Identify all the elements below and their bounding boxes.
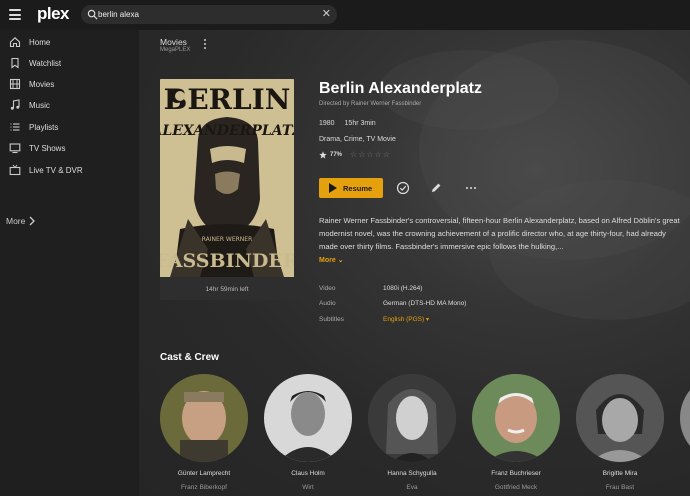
cast-role: Wirt <box>302 484 314 491</box>
search-input[interactable] <box>98 7 313 22</box>
sidebar: Home Watchlist Movies Music Playlists TV… <box>0 30 139 496</box>
star-icon <box>319 150 327 158</box>
cast-photo <box>160 374 248 462</box>
movie-title: Berlin Alexanderplatz <box>319 80 483 97</box>
broadcast-icon <box>8 164 21 177</box>
search-icon <box>87 9 98 20</box>
time-remaining: 14hr 59min left <box>205 286 249 293</box>
cast-role: Franz Biberkopf <box>181 484 227 491</box>
subtitles-value: English (PGS) <box>383 316 425 323</box>
more-link-label: More <box>319 257 336 264</box>
movie-summary: Rainer Werner Fassbinder's controversial… <box>319 216 680 251</box>
more-options-icon[interactable] <box>202 39 208 51</box>
movie-meta: 1980 15hr 3min <box>319 120 384 127</box>
sidebar-item-label: Movies <box>29 79 55 89</box>
cast-photo <box>472 374 560 462</box>
cast-name: Günter Lamprecht <box>177 470 231 477</box>
resume-button[interactable]: Resume <box>319 178 383 198</box>
sidebar-item-label: Home <box>29 37 51 47</box>
audio-label: Audio <box>319 300 336 307</box>
top-bar: plex ✕ <box>0 0 690 30</box>
logo-text: plex <box>37 4 70 23</box>
bookmark-icon <box>8 57 21 70</box>
movie-genres[interactable]: Drama, Crime, TV Movie <box>319 136 396 143</box>
audio-value[interactable]: German (DTS-HD MA Mono) <box>383 300 466 307</box>
main-content: Movies MegaPLEX BERLIN ALEXANDERPLATZ RA… <box>139 30 690 496</box>
movie-director[interactable]: Directed by Rainer Werner Fassbinder <box>319 101 421 107</box>
cast-card[interactable]: Günter Lamprecht Franz Biberkopf <box>160 374 250 491</box>
home-icon <box>8 36 21 49</box>
cast-name: Brigitte Mira <box>602 470 638 477</box>
cast-card[interactable]: Hanna Schygulla Eva <box>368 374 458 491</box>
poster-director-text: FASSBINDER <box>160 250 294 272</box>
cast-role: Gottfried Meck <box>494 484 538 491</box>
tv-icon <box>8 142 21 155</box>
cast-card[interactable]: Franz Buchrieser Gottfried Meck <box>472 374 562 491</box>
sidebar-more-button[interactable]: More <box>6 216 36 226</box>
resume-label: Resume <box>343 183 373 193</box>
rating-row: 77% ☆☆☆☆☆ <box>319 150 391 159</box>
cast-role: Eva <box>406 484 418 491</box>
poster-credit-text: RAINER WERNER <box>202 236 253 243</box>
cast-name: Franz Buchrieser <box>491 470 541 477</box>
cast-name: Hanna Schygulla <box>387 470 437 477</box>
play-icon <box>329 183 337 193</box>
cast-photo <box>680 374 690 462</box>
poster-card[interactable]: BERLIN ALEXANDERPLATZ RAINER WERNER FASS… <box>160 79 294 300</box>
cast-card[interactable]: Claus Holm Wirt <box>264 374 354 491</box>
edit-icon[interactable] <box>429 181 443 195</box>
cast-name: Claus Holm <box>291 470 325 477</box>
user-rating-stars[interactable]: ☆☆☆☆☆ <box>350 150 391 159</box>
mark-watched-icon[interactable] <box>396 181 410 195</box>
music-icon <box>8 99 21 112</box>
sidebar-item-tv-shows[interactable]: TV Shows <box>0 138 139 158</box>
breadcrumb-title[interactable]: Movies <box>160 37 187 47</box>
movie-duration: 15hr 3min <box>344 120 376 127</box>
sidebar-item-label: Music <box>29 100 50 110</box>
subtitles-label: Subtitles <box>319 316 344 323</box>
poster-subtitle-text: ALEXANDERPLATZ <box>160 123 294 139</box>
sidebar-item-home[interactable]: Home <box>0 32 139 52</box>
cast-photo <box>368 374 456 462</box>
sidebar-item-movies[interactable]: Movies <box>0 74 139 94</box>
more-label: More <box>6 216 26 226</box>
chevron-right-icon <box>29 216 36 226</box>
clear-search-icon[interactable]: ✕ <box>322 8 331 20</box>
video-label: Video <box>319 285 336 292</box>
caret-down-icon: ▾ <box>426 317 430 323</box>
video-value: 1080i (H.264) <box>383 285 423 292</box>
summary-more-link[interactable]: More ⌄ <box>319 256 344 264</box>
sidebar-item-label: Live TV & DVR <box>29 165 83 175</box>
movie-poster: BERLIN ALEXANDERPLATZ RAINER WERNER FASS… <box>160 79 294 277</box>
plex-logo[interactable]: plex <box>37 4 70 24</box>
sidebar-item-label: TV Shows <box>29 143 66 153</box>
rating-percent: 77% <box>330 151 343 158</box>
movie-year: 1980 <box>319 120 335 127</box>
list-icon <box>8 121 21 134</box>
sidebar-item-label: Playlists <box>29 122 59 132</box>
cast-photo <box>576 374 664 462</box>
menu-icon[interactable] <box>9 9 21 20</box>
cast-photo <box>264 374 352 462</box>
sidebar-item-watchlist[interactable]: Watchlist <box>0 53 139 73</box>
cast-card[interactable]: Brigitte Mira Frau Bast <box>576 374 666 491</box>
cast-card-partial[interactable] <box>680 374 690 462</box>
sidebar-item-playlists[interactable]: Playlists <box>0 117 139 137</box>
search-bar[interactable]: ✕ <box>81 5 337 24</box>
sidebar-item-live-tv[interactable]: Live TV & DVR <box>0 160 139 180</box>
film-icon <box>8 78 21 91</box>
sidebar-item-music[interactable]: Music <box>0 95 139 115</box>
chevron-down-icon: ⌄ <box>337 257 344 264</box>
more-actions-icon[interactable] <box>464 181 478 195</box>
sidebar-item-label: Watchlist <box>29 58 62 68</box>
cast-heading: Cast & Crew <box>160 352 219 363</box>
cast-role: Frau Bast <box>605 484 635 491</box>
subtitles-dropdown[interactable]: English (PGS) ▾ <box>383 316 429 323</box>
breadcrumb-subtitle: MegaPLEX <box>160 47 191 53</box>
